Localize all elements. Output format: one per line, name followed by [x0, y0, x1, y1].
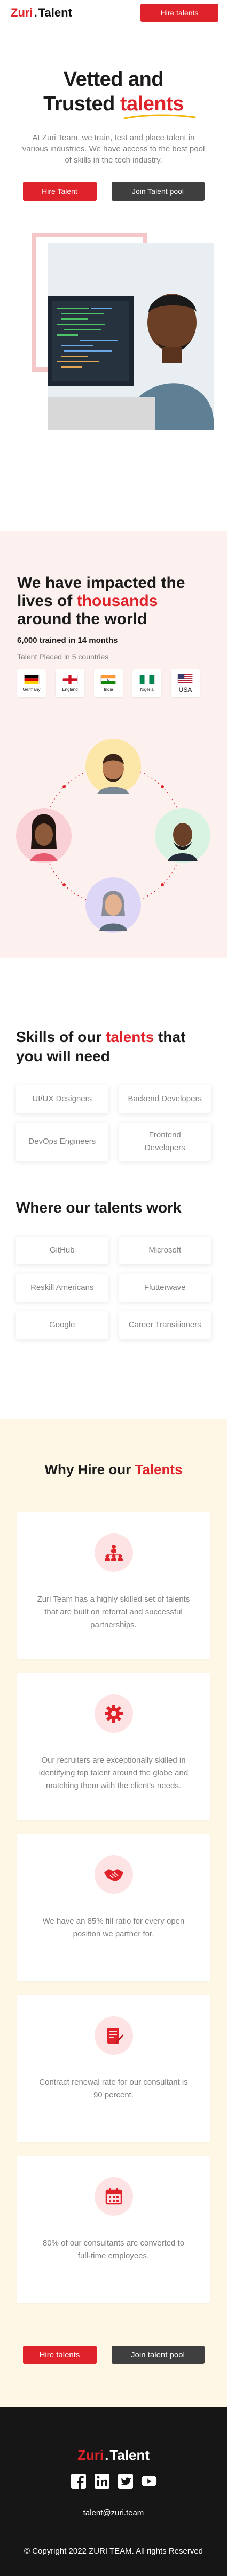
employers-section: Where our talents work GitHub Microsoft …	[0, 1161, 227, 1339]
skill-card: Backend Developers	[119, 1085, 211, 1113]
skills-title-highlight: talents	[106, 1029, 154, 1045]
employer-card: Google	[16, 1311, 108, 1339]
social-links	[11, 2473, 216, 2489]
facebook-icon[interactable]	[71, 2473, 87, 2489]
why-card: Contract renewal rate for our consultant…	[17, 1995, 210, 2142]
logo[interactable]: Zuri . Talent	[11, 6, 72, 20]
skills-title: Skills of our talents that you will need	[16, 1028, 211, 1066]
why-card: 80% of our consultants are converted to …	[17, 2156, 210, 2303]
hero-title-highlight-wrap: talents	[120, 92, 196, 119]
gear-icon	[94, 1694, 133, 1733]
skills-section: Skills of our talents that you will need…	[0, 958, 227, 1161]
impact-title: We have impacted the lives of thousands …	[17, 574, 210, 628]
calendar-icon	[94, 2177, 133, 2216]
flag-label: USA	[178, 685, 192, 693]
why-card-text: We have an 85% fill ratio for every open…	[42, 1917, 185, 1939]
impact-title-highlight: thousands	[76, 592, 158, 610]
why-card: Our recruiters are exceptionally skilled…	[17, 1673, 210, 1820]
why-card: We have an 85% fill ratio for every open…	[17, 1834, 210, 1981]
top-nav: Zuri . Talent Hire talents	[0, 0, 227, 26]
hire-talent-button[interactable]: Hire Talent	[22, 182, 97, 201]
avatar-top	[85, 739, 141, 794]
logo-zuri: Zuri	[11, 6, 33, 19]
hire-talents-button[interactable]: Hire talents	[140, 4, 218, 22]
hero-title-highlight: talents	[120, 93, 184, 115]
footer-logo[interactable]: Zuri . Talent	[11, 2447, 216, 2464]
hero-section: Vetted and Trusted talents At Zuri Team,…	[0, 26, 227, 430]
why-card: Zuri Team has a highly skilled set of ta…	[17, 1512, 210, 1659]
india-flag-icon	[100, 675, 116, 684]
why-card-text: 80% of our consultants are converted to …	[42, 2239, 185, 2260]
footer: Zuri . Talent talent@zuri.team © Copyrig…	[0, 2407, 227, 2576]
handshake-icon	[94, 1855, 133, 1894]
logo-talent: Talent	[38, 6, 72, 19]
why-hire-section: Why Hire our Talents Zuri Team has a hig…	[0, 1419, 227, 2407]
flag-label: India	[104, 687, 113, 692]
hero-buttons: Hire Talent Join Talent pool	[15, 182, 212, 201]
employers-title: Where our talents work	[16, 1199, 182, 1216]
hero-title-line1: Vetted and	[63, 68, 164, 91]
employer-card: GitHub	[16, 1237, 108, 1264]
why-card-text: Our recruiters are exceptionally skilled…	[38, 1756, 189, 1790]
employers-grid: GitHub Microsoft Reskill Americans Flutt…	[16, 1237, 211, 1339]
why-title-highlight: Talents	[135, 1461, 183, 1477]
logo-dot: .	[34, 6, 37, 19]
copyright-text: © Copyright 2022 ZURI TEAM. All rights R…	[24, 2547, 203, 2556]
employer-card: Microsoft	[119, 1237, 211, 1264]
contact-email[interactable]: talent@zuri.team	[11, 2508, 216, 2517]
flag-label: Nigeria	[140, 687, 154, 692]
flag-germany: Germany	[17, 669, 46, 697]
skill-card: DevOps Engineers	[16, 1123, 108, 1161]
hero-description: At Zuri Team, we train, test and place t…	[22, 133, 205, 165]
why-buttons: Hire talents Join talent pool	[17, 2346, 210, 2364]
employer-card: Reskill Americans	[16, 1274, 108, 1302]
skills-title-prefix: Skills of our	[16, 1029, 106, 1045]
why-title: Why Hire our Talents	[17, 1461, 210, 1478]
flag-label: Germany	[22, 687, 41, 692]
nigeria-flag-icon	[139, 675, 155, 684]
skill-card: Frontend Developers	[119, 1123, 211, 1161]
why-title-prefix: Why Hire our	[44, 1461, 135, 1477]
avatar-left	[16, 808, 72, 863]
germany-flag-icon	[24, 675, 40, 684]
avatar-bottom	[85, 877, 141, 933]
join-talent-pool-bottom-button[interactable]: Join talent pool	[111, 2346, 205, 2364]
avatar-right	[155, 808, 210, 863]
contract-icon	[94, 2016, 133, 2055]
usa-flag-icon	[177, 673, 193, 683]
skill-card: UI/UX Designers	[16, 1085, 108, 1113]
hero-title: Vetted and Trusted talents	[15, 67, 212, 119]
impact-section: We have impacted the lives of thousands …	[0, 531, 227, 958]
flag-india: India	[94, 669, 123, 697]
hero-photo	[48, 243, 214, 430]
linkedin-icon[interactable]	[94, 2473, 110, 2489]
flag-england: England	[56, 669, 84, 697]
impact-subtext: Talent Placed in 5 countries	[17, 652, 109, 661]
impact-stat: 6,000 trained in 14 months	[17, 636, 118, 645]
talent-network-graphic	[12, 734, 215, 937]
logo-talent: Talent	[109, 2447, 150, 2463]
employer-card: Flutterwave	[119, 1274, 211, 1302]
hire-talents-bottom-button[interactable]: Hire talents	[22, 2346, 97, 2364]
join-talent-pool-button[interactable]: Join Talent pool	[111, 182, 205, 201]
team-network-icon	[94, 1533, 133, 1572]
employer-card: Career Transitioners	[119, 1311, 211, 1339]
youtube-icon[interactable]	[141, 2473, 157, 2489]
twitter-icon[interactable]	[118, 2473, 134, 2489]
logo-dot: .	[105, 2447, 109, 2463]
england-flag-icon	[62, 675, 78, 684]
underline-swoosh	[123, 114, 196, 119]
logo-zuri: Zuri	[77, 2447, 104, 2463]
hero-image-area	[32, 233, 214, 430]
impact-title-suffix: around the world	[17, 610, 147, 628]
why-card-text: Zuri Team has a highly skilled set of ta…	[37, 1595, 190, 1629]
skills-grid: UI/UX Designers Backend Developers DevOp…	[16, 1085, 211, 1161]
flag-nigeria: Nigeria	[132, 669, 161, 697]
flag-usa: USA	[171, 669, 200, 697]
flag-label: England	[62, 687, 78, 692]
country-flags: Germany England India Nigeria USA	[17, 669, 210, 697]
hero-title-prefix: Trusted	[43, 93, 120, 115]
why-card-text: Contract renewal rate for our consultant…	[39, 2078, 188, 2099]
